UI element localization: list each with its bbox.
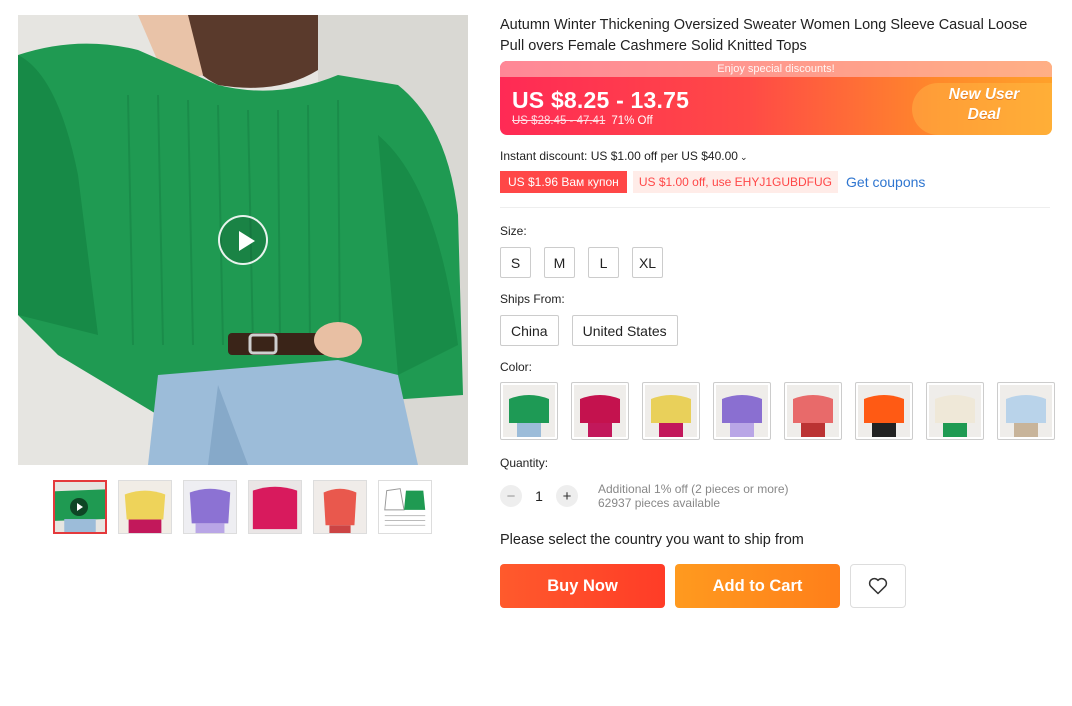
quantity-label: Quantity:	[500, 456, 549, 470]
play-video-button[interactable]	[218, 215, 268, 265]
ships-from-options: China United States	[500, 315, 1052, 346]
swatch-image	[858, 385, 910, 437]
thumbnail-image	[379, 481, 431, 533]
increase-quantity-button[interactable]: +	[556, 485, 578, 507]
color-swatch-5[interactable]	[784, 382, 842, 440]
swatch-image	[503, 385, 555, 437]
heart-icon	[868, 577, 888, 595]
thumbnail-image	[249, 481, 301, 533]
ship-country-message: Please select the country you want to sh…	[500, 532, 804, 548]
size-option-l[interactable]: L	[588, 247, 619, 278]
ships-from-united-states[interactable]: United States	[571, 315, 678, 346]
chevron-down-icon[interactable]: ⌄	[740, 152, 748, 162]
size-option-xl[interactable]: XL	[632, 247, 663, 278]
swatch-image	[1000, 385, 1052, 437]
play-icon	[70, 498, 88, 516]
coupon-row: US $1.96 Вам купон US $1.00 off, use EHY…	[500, 171, 1052, 193]
swatch-image	[645, 385, 697, 437]
discount-percent: 71% Off	[611, 115, 653, 127]
quantity-value[interactable]: 1	[522, 488, 556, 504]
price-banner: Enjoy special discounts! US $8.25 - 13.7…	[500, 61, 1052, 135]
color-swatch-4[interactable]	[713, 382, 771, 440]
thumbnail-image	[184, 481, 236, 533]
main-product-image[interactable]	[18, 15, 468, 465]
swatch-image	[929, 385, 981, 437]
bulk-discount-note: Additional 1% off (2 pieces or more)	[598, 482, 789, 496]
stock-available: 62937 pieces available	[598, 496, 721, 510]
get-coupons-link[interactable]: Get coupons	[846, 174, 925, 190]
size-options: S M L XL	[500, 247, 1052, 278]
divider	[500, 207, 1050, 208]
color-swatch-7[interactable]	[926, 382, 984, 440]
thumbnail-yellow[interactable]	[118, 480, 172, 534]
decrease-quantity-button[interactable]: −	[500, 485, 522, 507]
ships-from-label: Ships From:	[500, 292, 565, 306]
action-buttons: Buy Now Add to Cart	[500, 564, 1052, 608]
badge-line-1: New User	[948, 86, 1020, 103]
color-swatch-6[interactable]	[855, 382, 913, 440]
thumbnail-coral[interactable]	[313, 480, 367, 534]
instant-discount-text: Instant discount: US $1.00 off per US $4…	[500, 149, 738, 163]
wishlist-button[interactable]	[850, 564, 906, 608]
new-user-deal-badge: New User Deal	[936, 85, 1032, 125]
swatch-image	[716, 385, 768, 437]
swatch-image	[787, 385, 839, 437]
thumbnail-purple[interactable]	[183, 480, 237, 534]
color-swatch-2[interactable]	[571, 382, 629, 440]
buy-now-button[interactable]: Buy Now	[500, 564, 665, 608]
product-title: Autumn Winter Thickening Oversized Sweat…	[500, 17, 1028, 54]
thumbnail-strip	[53, 480, 432, 534]
badge-line-2: Deal	[967, 106, 1001, 123]
color-swatch-3[interactable]	[642, 382, 700, 440]
thumbnail-image	[119, 481, 171, 533]
discount-banner-text: Enjoy special discounts!	[500, 61, 1052, 77]
color-swatches	[500, 382, 1060, 440]
swatch-image	[574, 385, 626, 437]
ships-from-china[interactable]: China	[500, 315, 559, 346]
color-swatch-1[interactable]	[500, 382, 558, 440]
quantity-stepper: − 1 + Additional 1% off (2 pieces or mor…	[500, 482, 1052, 510]
coupon-code-badge[interactable]: US $1.00 off, use EHYJ1GUBDFUG	[632, 171, 839, 193]
size-option-s[interactable]: S	[500, 247, 531, 278]
color-swatch-8[interactable]	[997, 382, 1055, 440]
thumbnail-video[interactable]	[53, 480, 107, 534]
original-price-range: US $28.45 - 47.41	[512, 115, 606, 127]
thumbnail-magenta[interactable]	[248, 480, 302, 534]
product-info: Autumn Winter Thickening Oversized Sweat…	[500, 15, 1055, 608]
color-label: Color:	[500, 360, 533, 374]
instant-discount[interactable]: Instant discount: US $1.00 off per US $4…	[500, 149, 1052, 163]
quantity-note: Additional 1% off (2 pieces or more) 629…	[598, 482, 789, 510]
coupon-badge[interactable]: US $1.96 Вам купон	[500, 171, 627, 193]
original-price: US $28.45 - 47.41 71% Off	[512, 115, 653, 127]
thumbnail-image	[314, 481, 366, 533]
add-to-cart-button[interactable]: Add to Cart	[675, 564, 840, 608]
price-range: US $8.25 - 13.75	[512, 87, 690, 113]
size-label: Size:	[500, 224, 527, 238]
size-option-m[interactable]: M	[544, 247, 575, 278]
thumbnail-size-chart[interactable]	[378, 480, 432, 534]
